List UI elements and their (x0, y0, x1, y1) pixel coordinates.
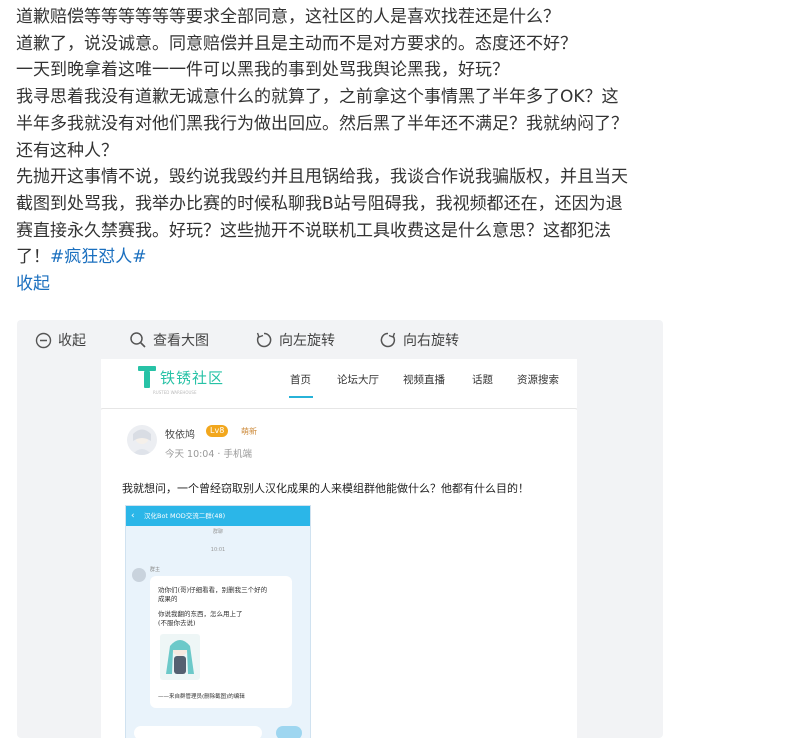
forum-post-card: 牧依鸠 Lv8 萌新 今天 10:04 · 手机端 我就想问，一个曾经窃取别人汉… (101, 408, 577, 738)
user-title: 萌新 (241, 427, 257, 436)
post-line-7: 先抛开这事情不说，毁约说我毁约并且甩锅给我，我谈合作说我骗版权，并且当天 (16, 167, 628, 188)
nav-home: 首页 (290, 374, 311, 386)
collapse-text-link[interactable]: 收起 (16, 271, 776, 298)
logo-subtitle: RUSTED WAREHOUSE (153, 390, 197, 395)
avatar (127, 425, 157, 455)
site-logo: 铁锈社区 (137, 365, 224, 389)
rotate-right-button[interactable]: 向右旋转 (379, 330, 459, 350)
chat-send-button (276, 726, 302, 738)
post-content: 道歉赔偿等等等等等等要求全部同意，这社区的人是喜欢找茬还是什么？ 道歉了，说没诚… (16, 4, 776, 298)
chat-sender-name: 群主 (150, 567, 161, 573)
level-badge: Lv8 (206, 425, 229, 437)
post-line-8: 截图到处骂我，我举办比赛的时候私聊我B站号阻碍我，我视频都还在，还因为退 (16, 193, 623, 214)
back-arrow-icon: ‹ (131, 511, 135, 521)
rotate-left-label: 向左旋转 (279, 333, 335, 349)
view-large-label: 查看大图 (153, 333, 209, 349)
collapse-label: 收起 (58, 333, 86, 349)
post-line-3: 一天到晚拿着这唯一一件可以黑我的事到处骂我舆论黑我，好玩？ (16, 60, 509, 81)
post-line-9: 赛直接永久禁赛我。好玩？这些抛开不说联机工具收费这是什么意思？这都犯法 (16, 220, 611, 241)
chat-title: 汉化Bot MOD交流二群(48) (144, 512, 226, 520)
forum-screenshot-image[interactable]: 铁锈社区 RUSTED WAREHOUSE 首页 论坛大厅 视频直播 话题 资源… (101, 359, 577, 738)
rotate-left-button[interactable]: 向左旋转 (255, 330, 335, 350)
nav-forum: 论坛大厅 (337, 374, 379, 386)
rotate-left-icon (256, 332, 272, 348)
bubble-signature: ——来自群管理员(删除截图)的编辑 (158, 694, 245, 700)
post-line-4: 我寻思着我没有道歉无诚意什么的就算了，之前拿这个事情黑了半年多了OK？这 (16, 87, 619, 108)
bubble-line-2: 成果的 (158, 595, 178, 603)
search-icon (130, 332, 146, 348)
logo-text: 铁锈社区 (160, 368, 225, 387)
collapse-image-button[interactable]: 收起 (35, 330, 86, 350)
collapse-icon (35, 332, 52, 348)
site-header: 铁锈社区 RUSTED WAREHOUSE 首页 论坛大厅 视频直播 话题 资源… (101, 359, 577, 399)
bubble-line-4: (不服你去说) (158, 619, 196, 627)
post-line-5: 半年多我就没有对他们黑我行为做出回应。然后黑了半年还不满足？我就纳闷了？ (16, 113, 628, 134)
chat-bubble: 劝你们(哥)仔细看看，别删我三个好的 成果的 你说我翻的东西，怎么用上了 (不服… (150, 576, 292, 708)
chat-header: ‹ 汉化Bot MOD交流二群(48) (126, 506, 310, 526)
image-toolbar: 收起 查看大图 向左旋转 向右旋转 (17, 320, 663, 360)
chat-subheader: 群聊 (212, 529, 223, 535)
hashtag-link[interactable]: #疯狂怼人# (50, 247, 147, 267)
post-line-1: 道歉赔偿等等等等等等要求全部同意，这社区的人是喜欢找茬还是什么？ (16, 7, 560, 27)
rotate-right-icon (380, 332, 396, 348)
post-line-10-text: 了！ (16, 247, 50, 268)
chat-time: 10:01 (210, 547, 226, 553)
view-large-button[interactable]: 查看大图 (129, 330, 209, 350)
chat-avatar (132, 568, 146, 582)
chat-input-bar (134, 726, 262, 738)
anime-sticker-image (160, 634, 200, 680)
nav-topics: 话题 (472, 374, 493, 386)
post-meta: 今天 10:04 · 手机端 (165, 449, 252, 460)
post-line-10: 了！#疯狂怼人# (16, 244, 776, 271)
nav-resources: 资源搜索 (517, 374, 559, 386)
forum-post-body: 我就想问，一个曾经窃取别人汉化成果的人来模组群他能做什么？他都有什么目的！ (122, 482, 529, 495)
username: 牧依鸠 (165, 430, 195, 441)
logo-icon (137, 365, 157, 389)
nav-video: 视频直播 (403, 374, 445, 386)
post-line-2: 道歉了，说没诚意。同意赔偿并且是主动而不是对方要求的。态度还不好？ (16, 33, 577, 54)
chat-screenshot: ‹ 汉化Bot MOD交流二群(48) 群聊 10:01 群主 劝你们(哥)仔细… (125, 505, 311, 738)
post-line-6: 还有这种人？ (16, 140, 118, 161)
nav-active-indicator (289, 396, 313, 398)
rotate-right-label: 向右旋转 (403, 333, 459, 349)
image-preview-panel: 收起 查看大图 向左旋转 向右旋转 铁锈社区 RUSTED WAREHOUSE … (17, 320, 663, 738)
